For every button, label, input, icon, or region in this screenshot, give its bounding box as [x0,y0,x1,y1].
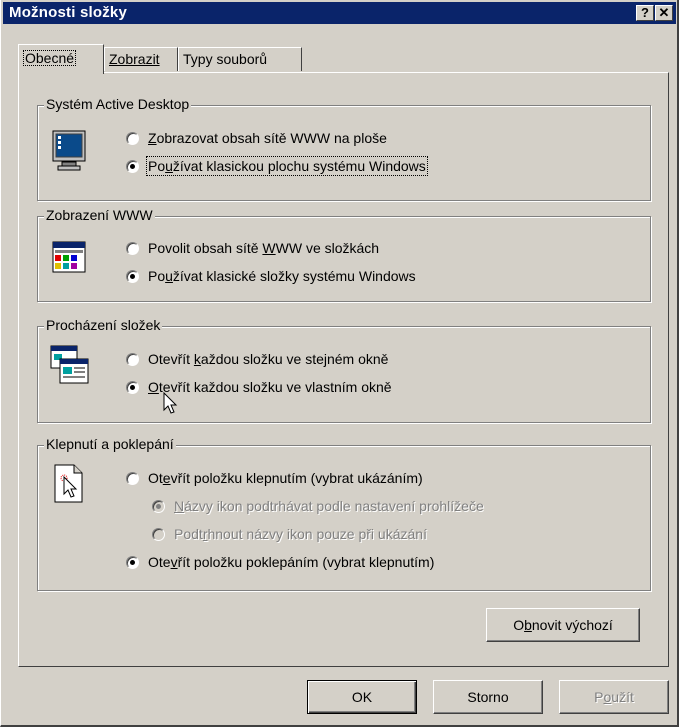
label-text: hnout názvy ikon pouze při ukázání [207,526,427,542]
windows-cascade-icon [50,345,89,384]
close-button[interactable]: ✕ [655,5,673,21]
help-icon: ? [641,5,649,20]
radio-button[interactable] [152,500,165,513]
folder-options-dialog: Možnosti složky ? ✕ Obecné Zobrazit Typy… [0,0,679,727]
label-text: vřít položku klepnutím (vybrat ukázáním) [170,470,423,486]
button-label: Obnovit výchozí [513,617,613,633]
option-label: Používat klasickou plochu systému Window… [146,156,428,176]
label-text: Podt [174,526,203,542]
radio-button[interactable] [126,160,139,173]
radio-button[interactable] [126,270,139,283]
pointer-click-icon [54,464,83,503]
option-label: Otevřít každou složku ve stejném okně [148,351,388,367]
label-text: Po [148,158,166,174]
help-button[interactable]: ? [636,5,654,21]
label-text: Ot [148,470,163,486]
label-accesskey: N [174,498,185,514]
tab-label: Zobrazit [109,51,160,67]
label-accesskey: O [148,379,159,395]
tab-general[interactable]: Obecné [18,44,104,74]
mouse-cursor-icon [163,392,178,414]
label-text: užít [611,689,634,705]
radio-button[interactable] [126,381,139,394]
option-label: Otevřít každou složku ve vlastním okně [148,379,392,395]
label-accesskey: u [165,158,173,174]
option-label: Používat klasické složky systému Windows [148,268,416,284]
label-text: novit výchozí [531,617,613,633]
label-text: Otevřít [148,351,194,367]
tab-view[interactable]: Zobrazit [104,47,178,71]
web-view-group: Zobrazení WWW Povolit obsah sítě WWW ve … [37,207,651,302]
label-text: O [513,617,525,633]
label-text: Po [148,268,166,284]
option-label: Názvy ikon podtrhávat podle nastavení pr… [174,498,484,514]
web-folder-icon [52,241,86,273]
group-legend: Klepnutí a poklepání [44,436,176,452]
radio-button[interactable] [126,132,139,145]
label-accesskey: u [165,268,173,284]
option-label: Povolit obsah sítě WWW ve složkách [148,240,379,256]
button-label: Storno [467,689,509,705]
label-accesskey: e [162,470,171,486]
label-text: Povolit obsah sítě [148,240,263,256]
radio-button[interactable] [126,556,139,569]
label-accesskey: W [262,240,276,256]
tab-label-text: Zobrazit [109,51,160,67]
radio-button[interactable] [152,528,165,541]
general-tab-panel: Systém Active Desktop Zobrazovat obsah s… [18,72,669,667]
group-legend: Procházení složek [44,317,163,333]
label-text: žívat klasické složky systému Windows [172,268,416,284]
monitor-icon [52,130,86,171]
option-label: Otevřít položku klepnutím (vybrat ukázán… [148,470,423,486]
radio-button[interactable] [126,242,139,255]
active-desktop-group: Systém Active Desktop Zobrazovat obsah s… [37,96,651,201]
tab-label: Obecné [23,50,77,66]
group-legend: Systém Active Desktop [44,96,192,112]
tab-label: Typy souborů [183,51,268,67]
cancel-button[interactable]: Storno [433,680,543,714]
title-bar[interactable]: Možnosti složky ? ✕ [3,2,676,24]
label-accesskey: b [524,617,532,633]
label-text: řít položku poklepáním (vybrat klepnutím… [177,554,435,570]
label-text: žívat klasickou plochu systému Windows [172,158,426,174]
radio-button[interactable] [126,472,139,485]
label-accesskey: Z [148,130,157,146]
apply-button[interactable]: Použít [559,680,669,714]
button-label: Použít [594,689,634,705]
radio-button[interactable] [126,353,139,366]
label-text: ázvy ikon podtrhávat podle nastavení pro… [184,498,484,514]
browse-folders-group: Procházení složek Otevřít každou složku … [37,317,651,423]
label-accesskey: k [193,351,201,367]
label-text: aždou složku ve stejném okně [200,351,389,367]
option-label: Podtrhnout názvy ikon pouze při ukázání [174,526,427,542]
restore-defaults-button[interactable]: Obnovit výchozí [486,608,640,642]
label-text: Ote [148,554,171,570]
close-icon: ✕ [658,5,670,20]
group-legend: Zobrazení WWW [44,207,155,223]
label-accesskey: v [170,554,178,570]
option-label: Otevřít položku poklepáním (vybrat klepn… [148,554,434,570]
tab-file-types[interactable]: Typy souborů [178,47,302,71]
label-text: tevřít každou složku ve vlastním okně [158,379,392,395]
label-text: WW ve složkách [275,240,380,256]
label-text: obrazovat obsah sítě WWW na ploše [156,130,387,146]
click-items-group: Klepnutí a poklepání Otevřít položku kle… [37,436,651,591]
option-label: Zobrazovat obsah sítě WWW na ploše [148,130,387,146]
ok-button[interactable]: OK [307,680,417,714]
button-label: OK [351,689,373,705]
window-title: Možnosti složky [9,4,128,21]
